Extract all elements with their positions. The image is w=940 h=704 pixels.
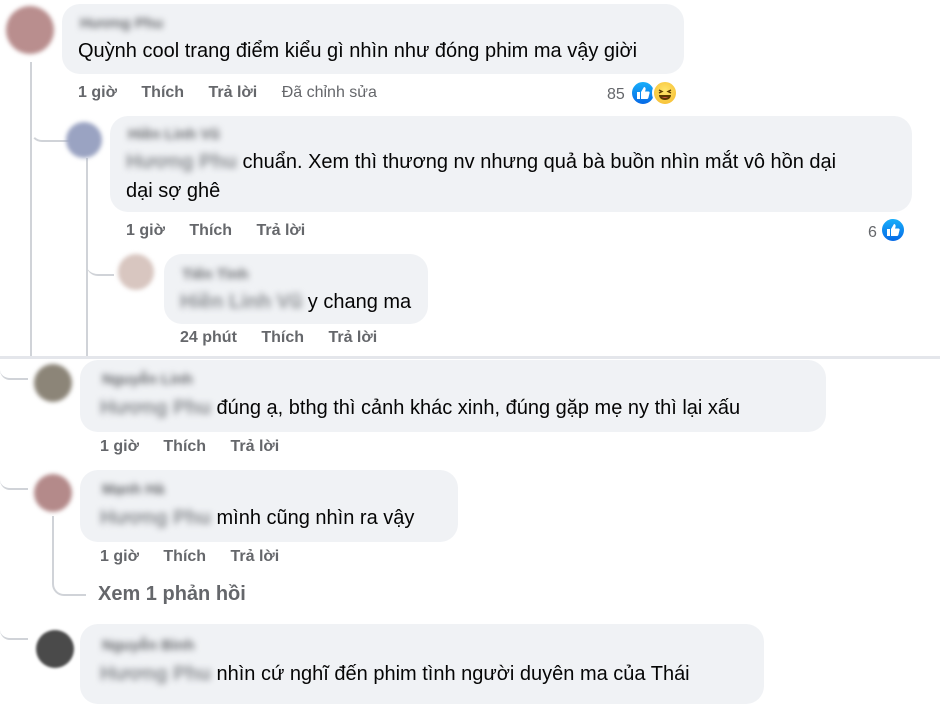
reply-button[interactable]: Trả lời bbox=[231, 438, 280, 455]
comment-time[interactable]: 1 giờ bbox=[100, 548, 139, 565]
like-reaction-icon bbox=[880, 217, 906, 243]
comment-author[interactable]: Nguyễn Linh bbox=[102, 371, 193, 388]
avatar[interactable] bbox=[66, 122, 102, 158]
thread-line-main bbox=[30, 62, 32, 357]
avatar[interactable] bbox=[118, 254, 154, 290]
comment-text-line: đúng ạ, bthg thì cảnh khác xinh, đúng gặ… bbox=[216, 397, 741, 419]
comment-text-line: y chang ma bbox=[307, 291, 412, 313]
comment-time[interactable]: 24 phút bbox=[180, 329, 237, 346]
section-divider bbox=[0, 356, 940, 359]
mention-tag[interactable]: Hương Phu bbox=[100, 394, 211, 423]
reply-button[interactable]: Trả lời bbox=[328, 329, 377, 346]
comment-author[interactable]: Hương Phu bbox=[80, 15, 163, 32]
avatar[interactable] bbox=[34, 364, 72, 402]
mention-tag[interactable]: Hiền Linh Vũ bbox=[180, 288, 302, 317]
comment-text: Hương Phu nhìn cứ nghĩ đến phim tình ngư… bbox=[100, 660, 690, 689]
comment-text: Hương Phu chuẩn. Xem thì thương nv nhưng… bbox=[126, 148, 836, 177]
comment-text-line: mình cũng nhìn ra vậy bbox=[216, 507, 415, 529]
comment-actions: 24 phút Thích Trả lời bbox=[180, 329, 397, 347]
comment-text-line: chuẩn. Xem thì thương nv nhưng quả bà bu… bbox=[242, 151, 837, 173]
avatar[interactable] bbox=[36, 630, 74, 668]
comment-author[interactable]: Nguyễn Bình bbox=[102, 637, 195, 654]
thread-line-c5 bbox=[52, 516, 86, 596]
reply-button[interactable]: Trả lời bbox=[209, 84, 258, 101]
comment-author[interactable]: Tiến Tình bbox=[182, 266, 248, 283]
view-replies-link[interactable]: Xem 1 phản hồi bbox=[98, 583, 246, 606]
reaction-count[interactable]: 85 bbox=[607, 86, 625, 104]
thread-connector-c5 bbox=[0, 468, 28, 490]
comment-time[interactable]: 1 giờ bbox=[78, 84, 117, 101]
comment-text: Hương Phu mình cũng nhìn ra vậy bbox=[100, 504, 414, 533]
like-button[interactable]: Thích bbox=[189, 222, 232, 239]
reaction-count[interactable]: 6 bbox=[868, 224, 877, 242]
thread-connector-c6 bbox=[0, 620, 28, 640]
avatar[interactable] bbox=[34, 474, 72, 512]
avatar[interactable] bbox=[6, 6, 54, 54]
comment-author[interactable]: Hiền Linh Vũ bbox=[128, 126, 220, 143]
like-button[interactable]: Thích bbox=[141, 84, 184, 101]
comment-actions: 1 giờ Thích Trả lời bbox=[100, 548, 299, 566]
comment-actions: 1 giờ Thích Trả lời bbox=[126, 222, 325, 240]
comment-actions: 1 giờ Thích Trả lời Đã chỉnh sửa bbox=[78, 84, 397, 102]
comment-author[interactable]: Mạnh Hà bbox=[102, 481, 165, 498]
comment-time[interactable]: 1 giờ bbox=[100, 438, 139, 455]
mention-tag[interactable]: Hương Phu bbox=[126, 148, 237, 177]
reply-button[interactable]: Trả lời bbox=[257, 222, 306, 239]
mention-tag[interactable]: Hương Phu bbox=[100, 504, 211, 533]
comment-text-line: dại sợ ghê bbox=[126, 180, 221, 202]
comment-text-line: nhìn cứ nghĩ đến phim tình người duyên m… bbox=[216, 663, 690, 685]
like-button[interactable]: Thích bbox=[261, 329, 304, 346]
comment-time[interactable]: 1 giờ bbox=[126, 222, 165, 239]
thread-connector-c4 bbox=[0, 358, 28, 380]
comment-text: Quỳnh cool trang điểm kiểu gì nhìn như đ… bbox=[78, 40, 638, 62]
haha-reaction-icon bbox=[652, 80, 678, 106]
thread-connector-c2 bbox=[30, 118, 70, 142]
edited-label[interactable]: Đã chỉnh sửa bbox=[282, 84, 377, 101]
mention-tag[interactable]: Hương Phu bbox=[100, 660, 211, 689]
like-button[interactable]: Thích bbox=[163, 548, 206, 565]
comment-actions: 1 giờ Thích Trả lời bbox=[100, 438, 299, 456]
reply-button[interactable]: Trả lời bbox=[231, 548, 280, 565]
thread-connector-c3 bbox=[86, 252, 114, 276]
comment-text: Hiền Linh Vũ y chang ma bbox=[180, 288, 411, 317]
like-button[interactable]: Thích bbox=[163, 438, 206, 455]
comment-text: Hương Phu đúng ạ, bthg thì cảnh khác xin… bbox=[100, 394, 740, 423]
